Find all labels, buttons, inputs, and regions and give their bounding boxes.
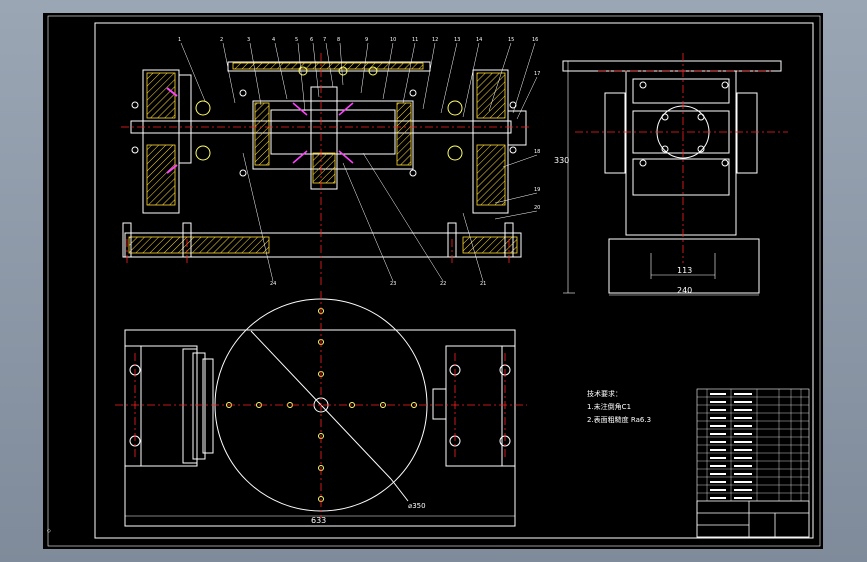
parts-list-entry <box>710 489 726 491</box>
part-number-label: 4 <box>272 37 275 43</box>
side-height-dim: 330 <box>554 156 569 165</box>
side-width-dim: 240 <box>677 286 692 295</box>
part-number-label: 1 <box>178 37 181 43</box>
side-top-plate <box>562 60 782 72</box>
parts-list-entry <box>734 457 752 459</box>
parts-list-table <box>696 388 810 538</box>
parts-list-entry <box>734 433 752 435</box>
lower-part-leaders: 24 23 22 21 <box>242 152 486 287</box>
part-number-label: 5 <box>295 37 298 43</box>
tech-notes-line2: 2.表面粗糙度 Ra6.3 <box>587 415 651 424</box>
part-number-label: 3 <box>247 37 250 43</box>
parts-list-entry <box>734 441 752 443</box>
plan-diameter-dim: ⌀350 <box>408 502 426 510</box>
parts-list-entry <box>734 489 752 491</box>
part-number-label: 18 <box>534 149 540 155</box>
parts-list-entry <box>734 465 752 467</box>
section-hatching <box>128 62 518 254</box>
parts-list-entry <box>710 401 726 403</box>
parts-list-entry <box>710 457 726 459</box>
tech-notes-line1: 1.未注倒角C1 <box>587 402 631 411</box>
drawing-border <box>94 22 814 539</box>
parts-list-entry <box>710 497 726 499</box>
housing-inner <box>270 109 396 155</box>
part-number-label: 11 <box>412 37 418 43</box>
part-number-label: 7 <box>323 37 326 43</box>
plan-centerlines <box>115 291 527 518</box>
part-number-label: 15 <box>508 37 514 43</box>
side-dimensions <box>563 60 759 296</box>
plan-length-dim: 633 <box>311 516 326 525</box>
parts-list-grid <box>697 389 809 501</box>
cad-viewer-window: ◇ 1 2 3 4 5 6 7 8 9 10 11 12 13 14 15 16… <box>0 0 867 562</box>
part-number-label: 2 <box>220 37 223 43</box>
tech-notes-title: 技术要求： <box>587 389 622 398</box>
part-number-label: 6 <box>310 37 313 43</box>
parts-list-entry <box>710 433 726 435</box>
part-number-label: 8 <box>337 37 340 43</box>
side-left-cap <box>604 92 626 174</box>
title-block <box>696 500 810 538</box>
part-number-label: 9 <box>365 37 368 43</box>
part-number-label: 13 <box>454 37 460 43</box>
parts-list-entry <box>734 425 752 427</box>
parts-list-entry <box>710 473 726 475</box>
parts-list-entry <box>710 481 726 483</box>
lower-part-label: 23 <box>390 281 396 287</box>
parts-list-entry <box>710 465 726 467</box>
side-right-cap <box>736 92 758 174</box>
parts-list-entry <box>710 441 726 443</box>
plan-right-block <box>445 345 503 467</box>
parts-list-entry <box>710 417 726 419</box>
drawing-canvas[interactable]: ◇ 1 2 3 4 5 6 7 8 9 10 11 12 13 14 15 16… <box>43 13 823 549</box>
lower-part-label: 22 <box>440 281 446 287</box>
parts-list-entry <box>710 425 726 427</box>
side-inner-width-dim: 113 <box>677 266 692 275</box>
parts-list-entry <box>734 417 752 419</box>
parts-list-entry <box>734 401 752 403</box>
parts-list-entry <box>710 449 726 451</box>
part-number-label: 12 <box>432 37 438 43</box>
part-number-label: 19 <box>534 187 540 193</box>
left-flange <box>178 74 192 164</box>
part-number-label: 10 <box>390 37 396 43</box>
part-number-label: 14 <box>476 37 482 43</box>
part-number-label: 17 <box>534 71 540 77</box>
parts-list-entry <box>734 497 752 499</box>
part-number-label: 20 <box>534 205 540 211</box>
svg-text:◇: ◇ <box>47 528 51 534</box>
part-number-label: 16 <box>532 37 538 43</box>
plan-left-block <box>140 345 198 467</box>
parts-list-entry <box>734 481 752 483</box>
lower-part-label: 21 <box>480 281 486 287</box>
assembly-drawing: ◇ 1 2 3 4 5 6 7 8 9 10 11 12 13 14 15 16… <box>47 15 821 547</box>
parts-list-entry <box>734 393 752 395</box>
parts-list-entry <box>710 393 726 395</box>
side-view <box>562 60 782 294</box>
parts-list-entry <box>734 409 752 411</box>
parts-list-entry <box>710 409 726 411</box>
plan-view <box>124 298 516 527</box>
parts-list-entry <box>734 449 752 451</box>
lower-part-label: 24 <box>270 281 276 287</box>
technical-notes: 技术要求： 1.未注倒角C1 2.表面粗糙度 Ra6.3 <box>587 389 651 424</box>
parts-list-entry <box>734 473 752 475</box>
